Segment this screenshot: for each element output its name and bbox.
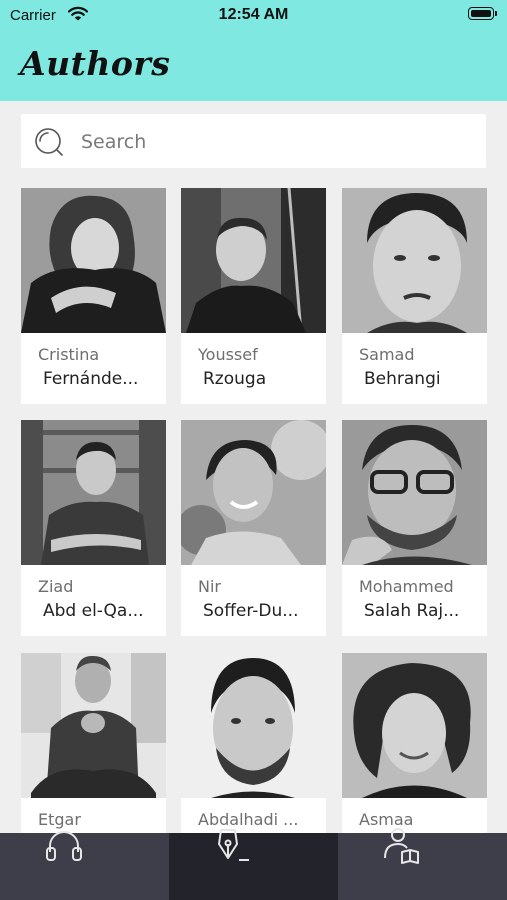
author-photo [21,420,166,565]
author-first-name: Cristina [38,345,100,364]
author-photo [181,653,326,798]
author-card[interactable]: Samad Behrangi [342,188,487,404]
author-last-name: Abd el-Qa... [43,601,144,621]
author-first-name: Samad [359,345,415,364]
author-photo [342,420,487,565]
author-card[interactable]: Youssef Rzouga [181,188,326,404]
tab-listen[interactable] [0,831,169,900]
search-bar[interactable] [21,114,486,168]
author-last-name: Soffer-Du... [203,601,299,621]
author-card[interactable]: Nir Soffer-Du... [181,420,326,636]
author-photo [21,653,166,798]
tab-authors[interactable] [169,829,338,900]
author-card[interactable]: Cristina Fernánde... [21,188,166,404]
author-last-name: Salah Raj... [364,601,460,621]
search-icon [34,127,64,161]
author-last-name: Rzouga [203,369,267,389]
author-first-name: Mohammed [359,577,454,596]
author-last-name: Behrangi [364,369,441,389]
battery-icon [468,7,494,20]
author-card[interactable]: Ziad Abd el-Qa... [21,420,166,636]
author-first-name: Nir [198,577,221,596]
app-header: Carrier 12:54 AM Authors [0,0,507,101]
author-photo [181,188,326,333]
author-photo [342,188,487,333]
author-last-name: Fernánde... [43,369,139,389]
author-card[interactable]: Mohammed Salah Raj... [342,420,487,636]
tab-bar [0,828,507,900]
page-title: Authors [20,44,171,83]
search-input[interactable] [79,126,463,158]
status-bar: Carrier 12:54 AM [0,0,507,32]
author-photo [21,188,166,333]
clock: 12:54 AM [218,6,289,23]
author-first-name: Ziad [38,577,74,596]
author-photo [342,653,487,798]
battery-tip [495,11,497,16]
author-photo [181,420,326,565]
author-first-name: Youssef [198,345,258,364]
tab-reader[interactable] [338,828,507,900]
